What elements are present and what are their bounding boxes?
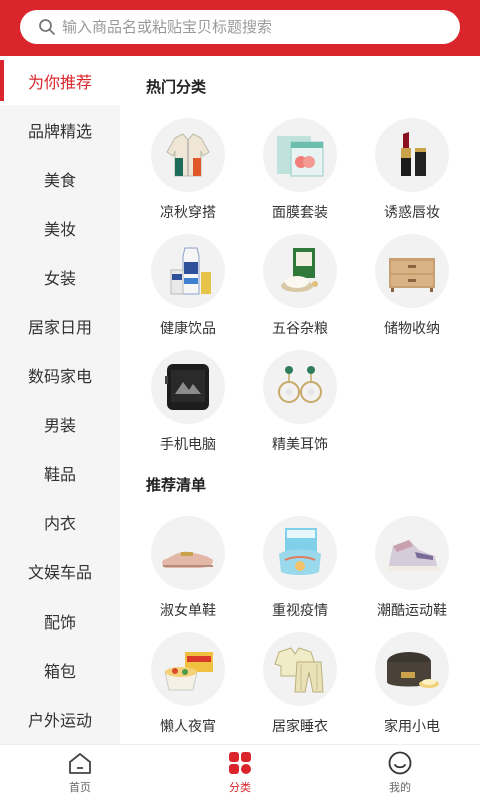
sidebar-item-home[interactable]: 居家日用 <box>0 301 120 350</box>
profile-smile-icon <box>388 751 412 775</box>
rice-cooker-icon <box>375 632 449 706</box>
category-item[interactable]: 面膜套装 <box>244 118 356 221</box>
category-item-label: 凉秋穿搭 <box>160 205 216 221</box>
sidebar-item-label: 品牌精选 <box>27 121 92 141</box>
drink-carton-icon <box>151 234 225 308</box>
sidebar-item-label: 男装 <box>43 416 76 436</box>
sidebar-item-underwear[interactable]: 内衣 <box>0 498 120 547</box>
category-item[interactable]: 懒人夜宵 <box>132 632 244 735</box>
sidebar-item-entertainment-car[interactable]: 文娱车品 <box>0 547 120 596</box>
category-item-label: 家用小电 <box>384 719 440 735</box>
category-item-label: 淑女单鞋 <box>160 603 216 619</box>
tab-category[interactable]: 分类 <box>160 745 320 800</box>
pajamas-icon <box>263 632 337 706</box>
section-title-recommend: 推荐清单 <box>146 476 207 494</box>
category-item[interactable]: 诱惑唇妆 <box>356 118 468 221</box>
category-item[interactable]: 潮酷运动鞋 <box>356 516 468 619</box>
category-item-label: 诱惑唇妆 <box>384 205 440 221</box>
category-content: 热门分类 凉秋穿搭 面膜套装 诱惑唇妆 健康饮品 五谷杂粮 储物收纳 手机电脑 … <box>120 56 480 744</box>
search-input[interactable] <box>62 18 442 36</box>
tab-mine[interactable]: 我的 <box>320 745 480 800</box>
tab-label: 首页 <box>69 781 91 794</box>
category-item[interactable]: 精美耳饰 <box>244 350 356 453</box>
category-item-label: 手机电脑 <box>160 437 216 453</box>
sidebar-item-label: 居家日用 <box>27 318 92 338</box>
category-item[interactable]: 健康饮品 <box>132 234 244 337</box>
category-item[interactable]: 家用小电 <box>356 632 468 735</box>
header-bar <box>0 0 480 56</box>
sidebar-item-label: 女装 <box>43 268 76 288</box>
sidebar-item-food[interactable]: 美食 <box>0 154 120 203</box>
sidebar-item-label: 配饰 <box>43 612 76 632</box>
category-item-label: 居家睡衣 <box>272 719 328 735</box>
category-grid-icon <box>229 752 251 774</box>
category-item-label: 五谷杂粮 <box>272 321 328 337</box>
category-item-label: 精美耳饰 <box>272 437 328 453</box>
sidebar-item-label: 美妆 <box>43 219 76 239</box>
lipstick-icon <box>375 118 449 192</box>
category-item-label: 健康饮品 <box>160 321 216 337</box>
tab-label: 分类 <box>229 781 251 794</box>
category-item[interactable]: 淑女单鞋 <box>132 516 244 619</box>
category-item-label: 懒人夜宵 <box>160 719 216 735</box>
sidebar-item-brand[interactable]: 品牌精选 <box>0 105 120 154</box>
tab-home[interactable]: 首页 <box>0 745 160 800</box>
sidebar-item-label: 数码家电 <box>27 367 92 387</box>
category-sidebar: 为你推荐 品牌精选 美食 美妆 女装 居家日用 数码家电 男装 鞋品 内衣 文娱… <box>0 56 120 744</box>
loafer-shoe-icon <box>151 516 225 590</box>
sidebar-item-label: 内衣 <box>43 514 76 534</box>
search-icon <box>39 19 55 35</box>
instant-noodles-icon <box>151 632 225 706</box>
sidebar-item-label: 文娱车品 <box>27 563 92 583</box>
category-item-label: 潮酷运动鞋 <box>377 603 447 619</box>
rice-bag-icon <box>263 234 337 308</box>
sidebar-item-outdoor[interactable]: 户外运动 <box>0 694 120 743</box>
jacket-icon <box>151 118 225 192</box>
category-item-label: 储物收纳 <box>384 321 440 337</box>
sidebar-item-recommend[interactable]: 为你推荐 <box>0 56 120 106</box>
sidebar-item-label: 为你推荐 <box>27 72 92 92</box>
category-item-label: 重视疫情 <box>272 603 328 619</box>
category-item[interactable]: 凉秋穿搭 <box>132 118 244 221</box>
sidebar-item-label: 户外运动 <box>27 710 92 730</box>
face-mask-box-icon <box>263 118 337 192</box>
sidebar-item-shoes[interactable]: 鞋品 <box>0 449 120 498</box>
sidebar-item-womens[interactable]: 女装 <box>0 252 120 301</box>
home-icon <box>69 753 91 774</box>
category-item[interactable]: 五谷杂粮 <box>244 234 356 337</box>
bottom-tab-bar: 首页 分类 我的 <box>0 744 480 800</box>
sidebar-item-digital[interactable]: 数码家电 <box>0 351 120 400</box>
sidebar-item-label: 美食 <box>43 170 76 190</box>
sneaker-icon <box>375 516 449 590</box>
rugged-phone-icon <box>151 350 225 424</box>
sidebar-item-label: 箱包 <box>43 661 76 681</box>
category-item[interactable]: 储物收纳 <box>356 234 468 337</box>
category-item[interactable]: 手机电脑 <box>132 350 244 453</box>
sidebar-item-beauty[interactable]: 美妆 <box>0 203 120 252</box>
section-title-hot: 热门分类 <box>146 78 207 96</box>
category-item[interactable]: 居家睡衣 <box>244 632 356 735</box>
sidebar-item-accessories[interactable]: 配饰 <box>0 596 120 645</box>
search-bar[interactable] <box>20 10 460 44</box>
sidebar-item-label: 鞋品 <box>43 465 76 485</box>
tab-label: 我的 <box>389 781 411 794</box>
drawer-cabinet-icon <box>375 234 449 308</box>
face-masks-icon <box>263 516 337 590</box>
category-item[interactable]: 重视疫情 <box>244 516 356 619</box>
earrings-icon <box>263 350 337 424</box>
sidebar-item-bags[interactable]: 箱包 <box>0 645 120 694</box>
category-item-label: 面膜套装 <box>272 205 328 221</box>
sidebar-item-mens[interactable]: 男装 <box>0 400 120 449</box>
